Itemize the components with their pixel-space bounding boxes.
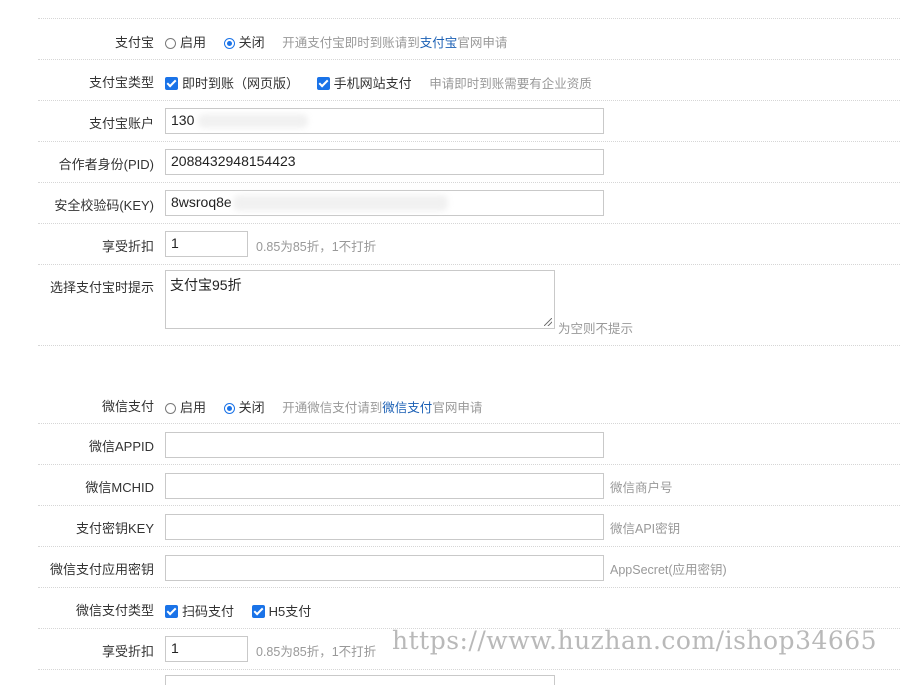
wechat-enable-off[interactable]: 关闭	[223, 397, 265, 416]
alipay-type-options: 即时到账（网页版） 手机网站支付 申请即时到账需要有企业资质	[165, 73, 592, 92]
alipay-enable-options: 启用 关闭 开通支付宝即时到账请到支付宝官网申请	[165, 32, 507, 51]
radio-off-icon[interactable]	[165, 403, 176, 414]
alipay-site-link[interactable]: 支付宝	[420, 36, 458, 50]
radio-on-icon[interactable]	[223, 38, 235, 49]
wechat-mchid-input[interactable]	[165, 473, 604, 499]
wechat-enable-note: 开通微信支付请到微信支付官网申请	[282, 401, 483, 415]
alipay-enable-on[interactable]: 启用	[165, 32, 206, 51]
alipay-type-note: 申请即时到账需要有企业资质	[429, 77, 592, 91]
wechat-key-label: 支付密钥KEY	[75, 521, 154, 536]
wechat-enable-options: 启用 关闭 开通微信支付请到微信支付官网申请	[165, 397, 482, 416]
wechat-key-row: 支付密钥KEY 微信API密钥	[38, 506, 900, 547]
wechat-type-qrcode[interactable]: 扫码支付	[165, 601, 234, 620]
wechat-type-label: 微信支付类型	[75, 603, 154, 618]
wechat-discount-label: 享受折扣	[101, 644, 154, 659]
wechat-key-note: 微信API密钥	[610, 522, 681, 536]
resize-handle-icon[interactable]	[544, 318, 552, 326]
alipay-tip-row: 选择支付宝时提示 支付宝95折 为空则不提示	[38, 265, 900, 346]
wechat-type-options: 扫码支付 H5支付	[165, 601, 325, 620]
wechat-enable-row: 微信支付 启用 关闭 开通微信支付请到微信支付官网申请	[38, 383, 900, 424]
checkbox-checked-icon[interactable]	[165, 605, 178, 618]
alipay-tip-textarea[interactable]: 支付宝95折	[165, 270, 555, 329]
wechat-appid-row: 微信APPID	[38, 424, 900, 465]
wechat-secret-label: 微信支付应用密钥	[49, 562, 154, 577]
wechat-discount-note: 0.85为85折，1不打折	[256, 645, 377, 659]
alipay-tip-label: 选择支付宝时提示	[49, 280, 154, 295]
alipay-discount-row: 享受折扣 1 0.85为85折，1不打折	[38, 224, 900, 265]
wechat-type-h5[interactable]: H5支付	[251, 601, 311, 620]
alipay-type-row: 支付宝类型 即时到账（网页版） 手机网站支付 申请即时到账需要有企业资质	[38, 60, 900, 101]
wechat-mchid-label: 微信MCHID	[85, 480, 154, 495]
radio-off-icon[interactable]	[165, 38, 176, 49]
alipay-account-row: 支付宝账户 130	[38, 101, 900, 142]
alipay-enable-off[interactable]: 关闭	[223, 32, 265, 51]
alipay-discount-input[interactable]: 1	[165, 231, 248, 257]
wechat-appid-input[interactable]	[165, 432, 604, 458]
wechat-discount-input[interactable]: 1	[165, 636, 248, 662]
alipay-key-row: 安全校验码(KEY) 8wsroq8e	[38, 183, 900, 224]
alipay-type-mobile[interactable]: 手机网站支付	[316, 73, 412, 92]
wechat-key-input[interactable]	[165, 514, 604, 540]
wechat-secret-input[interactable]	[165, 555, 604, 581]
cutoff-textarea[interactable]	[165, 675, 555, 685]
alipay-pid-input[interactable]: 2088432948154423	[165, 149, 604, 175]
alipay-type-instant[interactable]: 即时到账（网页版）	[165, 73, 299, 92]
wechat-enable-label: 微信支付	[101, 399, 154, 414]
radio-on-icon[interactable]	[223, 403, 235, 414]
alipay-key-label: 安全校验码(KEY)	[54, 198, 154, 213]
alipay-discount-note: 0.85为85折，1不打折	[256, 240, 377, 254]
wechat-secret-note: AppSecret(应用密钥)	[610, 563, 727, 577]
alipay-discount-label: 享受折扣	[101, 239, 154, 254]
redaction-mark	[233, 195, 448, 211]
alipay-type-label: 支付宝类型	[88, 75, 154, 90]
checkbox-checked-icon[interactable]	[165, 77, 178, 90]
watermark-text: https://www.huzhan.com/ishop34665	[392, 626, 878, 655]
wechat-mchid-row: 微信MCHID 微信商户号	[38, 465, 900, 506]
alipay-tip-note: 为空则不提示	[558, 322, 634, 336]
wechat-mchid-note: 微信商户号	[610, 481, 673, 495]
checkbox-checked-icon[interactable]	[316, 77, 330, 90]
wechat-secret-row: 微信支付应用密钥 AppSecret(应用密钥)	[38, 547, 900, 588]
alipay-enable-note: 开通支付宝即时到账请到支付宝官网申请	[282, 36, 508, 50]
wechat-appid-label: 微信APPID	[88, 439, 154, 454]
wechat-type-row: 微信支付类型 扫码支付 H5支付	[38, 588, 900, 629]
checkbox-checked-icon[interactable]	[251, 605, 265, 618]
wechat-enable-on[interactable]: 启用	[165, 397, 206, 416]
alipay-pid-label: 合作者身份(PID)	[58, 157, 154, 172]
alipay-account-label: 支付宝账户	[88, 116, 154, 131]
redaction-mark	[198, 114, 308, 128]
top-divider	[38, 0, 900, 19]
wechat-site-link[interactable]: 微信支付	[382, 401, 432, 415]
alipay-pid-row: 合作者身份(PID) 2088432948154423	[38, 142, 900, 183]
alipay-enable-row: 支付宝 启用 关闭 开通支付宝即时到账请到支付宝官网申请	[38, 19, 900, 60]
alipay-tip-text: 支付宝95折	[170, 277, 242, 293]
alipay-enable-label: 支付宝	[114, 35, 154, 50]
